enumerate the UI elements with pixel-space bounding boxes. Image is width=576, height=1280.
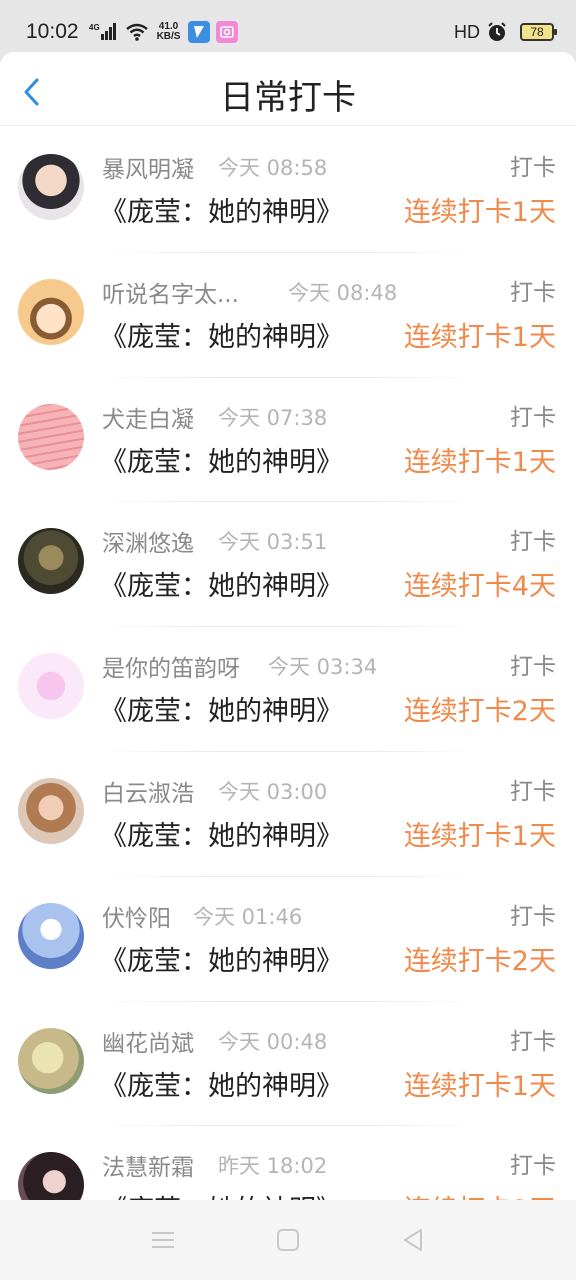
checkin-label: 打卡 — [510, 404, 556, 431]
back-triangle-icon — [404, 1229, 423, 1251]
checkin-time: 今天 00:48 — [218, 1029, 328, 1054]
streak-text: 连续打卡4天 — [403, 571, 556, 603]
checkin-label: 打卡 — [510, 1153, 556, 1180]
notification-app-icon — [188, 21, 211, 43]
checkin-label: 打卡 — [510, 1028, 556, 1055]
user-name[interactable]: 犬走白凝 — [102, 400, 194, 434]
streak-text: 连续打卡2天 — [403, 945, 556, 977]
wifi-icon — [125, 22, 149, 42]
streak-text: 连续打卡2天 — [403, 696, 556, 728]
page-title: 日常打卡 — [220, 78, 356, 118]
book-title[interactable]: 《庞莹：她的神明》 — [100, 939, 343, 978]
avatar[interactable] — [18, 1027, 84, 1094]
list-item[interactable]: 犬走白凝 今天 07:38 打卡 《庞莹：她的神明》 连续打卡1天 — [0, 378, 576, 503]
list-item[interactable]: 伏怜阳 今天 01:46 打卡 《庞莹：她的神明》 连续打卡2天 — [0, 877, 576, 1002]
book-title[interactable]: 《庞莹：她的神明》 — [100, 190, 343, 229]
checkin-label: 打卡 — [510, 778, 556, 805]
battery-icon: 78 — [520, 23, 557, 41]
avatar[interactable] — [18, 902, 84, 969]
checkin-time: 今天 08:58 — [218, 156, 328, 180]
user-name[interactable]: 听说名字太... — [102, 275, 239, 309]
book-title[interactable]: 《庞莹：她的神明》 — [100, 564, 343, 603]
battery-level: 78 — [530, 25, 544, 39]
streak-text: 连续打卡1天 — [403, 321, 556, 353]
streak-text: 连续打卡1天 — [403, 446, 556, 478]
header: 日常打卡 — [0, 52, 576, 126]
checkin-time: 今天 03:51 — [218, 530, 328, 555]
avatar[interactable] — [18, 528, 84, 595]
notification-camera-icon — [216, 21, 239, 43]
checkin-list: 暴风明凝 今天 08:58 打卡 《庞莹：她的神明》 连续打卡1天 听说名字太.… — [0, 128, 576, 1200]
list-item[interactable]: 白云淑浩 今天 03:00 打卡 《庞莹：她的神明》 连续打卡1天 — [0, 752, 576, 877]
book-title[interactable]: 《庞莹：她的神明》 — [100, 315, 343, 354]
menu-button[interactable] — [143, 1220, 183, 1260]
home-square-icon — [276, 1229, 299, 1251]
avatar[interactable] — [18, 403, 84, 470]
user-name[interactable]: 白云淑浩 — [102, 774, 194, 808]
list-item[interactable]: 法慧新霜 昨天 18:02 打卡 《庞莹：她的神明》 连续打卡2天 — [0, 1126, 576, 1200]
avatar[interactable] — [18, 653, 84, 720]
streak-text: 连续打卡1天 — [403, 197, 556, 228]
checkin-time: 今天 07:38 — [218, 405, 328, 430]
network-speed: 41.0 KB/S — [157, 22, 181, 42]
list-item[interactable]: 深渊悠逸 今天 03:51 打卡 《庞莹：她的神明》 连续打卡4天 — [0, 502, 576, 628]
checkin-label: 打卡 — [510, 654, 556, 681]
streak-text: 连续打卡2天 — [404, 1188, 556, 1200]
alarm-icon — [486, 21, 508, 43]
avatar[interactable] — [18, 1152, 84, 1200]
checkin-time: 今天 03:34 — [268, 655, 378, 680]
user-name[interactable]: 暴风明凝 — [102, 150, 194, 184]
avatar[interactable] — [18, 278, 84, 345]
checkin-label: 打卡 — [510, 279, 556, 306]
speed-unit: KB/S — [156, 31, 181, 42]
user-name[interactable]: 幽花尚斌 — [102, 1024, 194, 1058]
checkin-time: 今天 03:00 — [218, 779, 328, 804]
book-title[interactable]: 《庞莹：她的神明》 — [100, 814, 343, 853]
streak-text: 连续打卡1天 — [403, 820, 556, 852]
list-item[interactable]: 听说名字太... 今天 08:48 打卡 《庞莹：她的神明》 连续打卡1天 — [0, 253, 576, 378]
menu-icon — [151, 1232, 174, 1248]
book-title[interactable]: 《庞莹：她的神明》 — [100, 1064, 343, 1103]
checkin-time: 昨天 18:02 — [218, 1154, 328, 1179]
list-item[interactable]: 暴风明凝 今天 08:58 打卡 《庞莹：她的神明》 连续打卡1天 — [0, 128, 576, 253]
user-name[interactable]: 是你的笛韵呀 — [102, 649, 240, 683]
svg-text:4G: 4G — [89, 23, 100, 32]
system-nav-bar — [0, 1200, 576, 1280]
hd-indicator: HD — [454, 21, 480, 42]
checkin-label: 打卡 — [510, 529, 556, 556]
checkin-time: 今天 08:48 — [288, 280, 398, 305]
nav-back-button[interactable] — [393, 1220, 433, 1260]
checkin-label: 打卡 — [510, 155, 556, 181]
book-title[interactable]: 《庞莹：她的神明》 — [100, 1188, 343, 1200]
user-name[interactable]: 深渊悠逸 — [102, 524, 194, 558]
checkin-label: 打卡 — [510, 903, 556, 930]
checkin-time: 今天 01:46 — [193, 904, 303, 929]
avatar[interactable] — [18, 777, 84, 844]
user-name[interactable]: 伏怜阳 — [102, 899, 171, 933]
list-item[interactable]: 幽花尚斌 今天 00:48 打卡 《庞莹：她的神明》 连续打卡1天 — [0, 1002, 576, 1127]
book-title[interactable]: 《庞莹：她的神明》 — [100, 689, 343, 728]
list-item[interactable]: 是你的笛韵呀 今天 03:34 打卡 《庞莹：她的神明》 连续打卡2天 — [0, 627, 576, 752]
home-button[interactable] — [268, 1220, 308, 1260]
streak-text: 连续打卡1天 — [403, 1070, 556, 1102]
status-time: 10:02 — [26, 20, 79, 43]
user-name[interactable]: 法慧新霜 — [102, 1148, 194, 1182]
book-title[interactable]: 《庞莹：她的神明》 — [100, 440, 343, 479]
avatar[interactable] — [18, 154, 84, 220]
status-right: HD 78 — [454, 21, 557, 43]
signal-icon: 4G — [89, 22, 117, 42]
